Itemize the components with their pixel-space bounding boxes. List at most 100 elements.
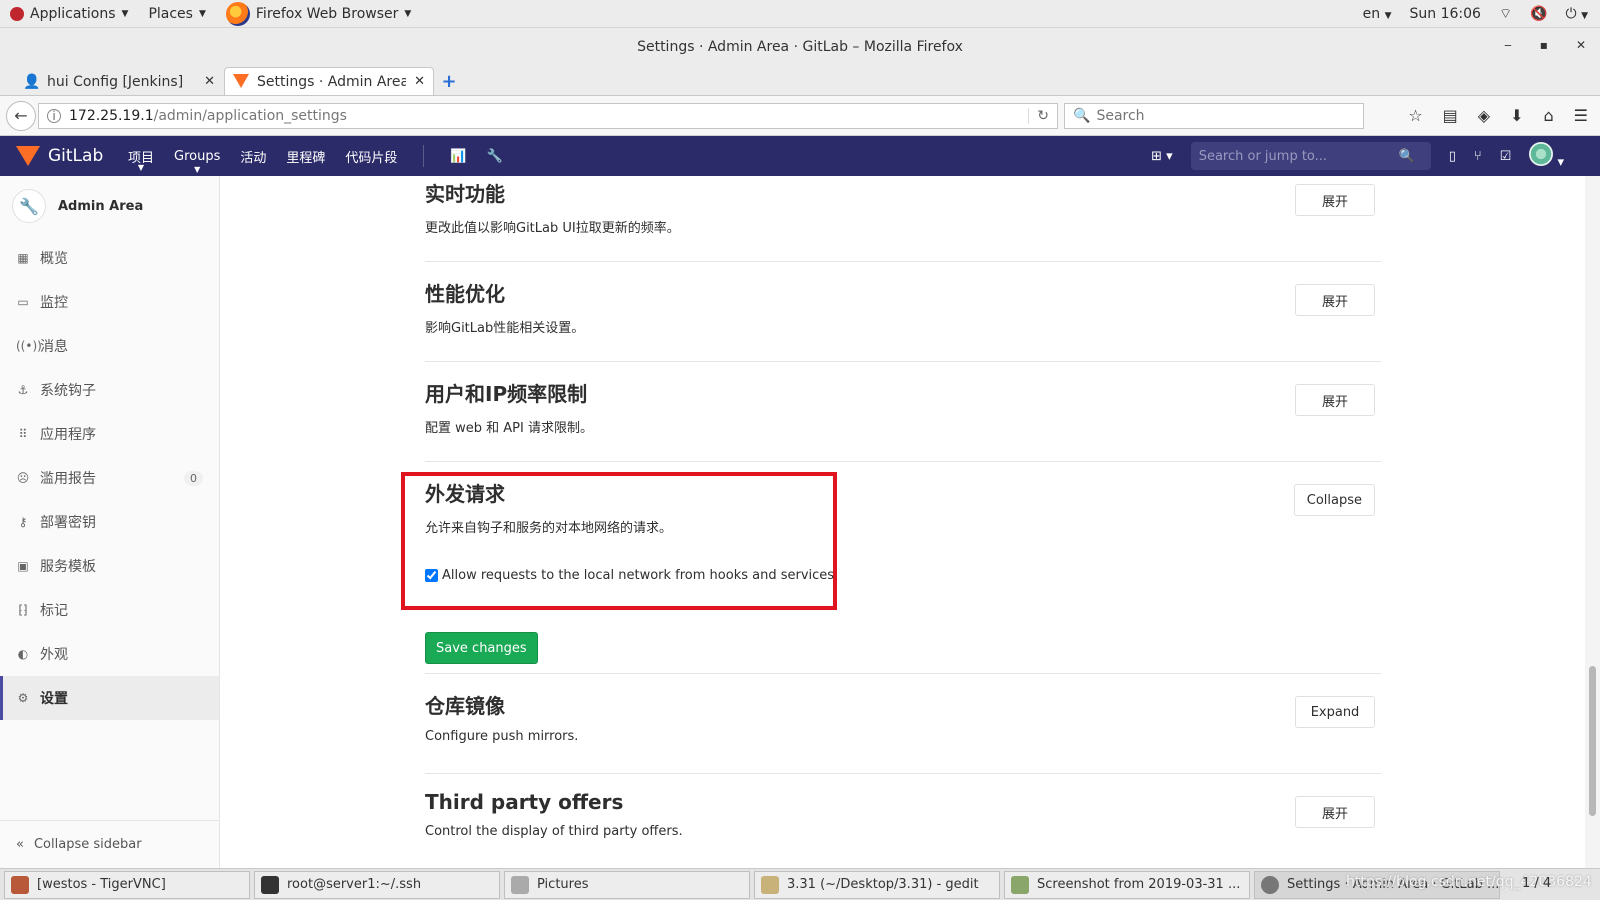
firefox-icon xyxy=(1261,875,1279,894)
image-viewer-icon xyxy=(1011,875,1029,894)
section-realtime: 实时功能 更改此值以影响GitLab UI拉取更新的频率。 展开 xyxy=(425,178,1381,262)
gitlab-search[interactable]: 🔍 xyxy=(1190,142,1431,170)
sidebar-item-service-templates[interactable]: ▣ 服务模板 xyxy=(0,544,219,588)
places-menu[interactable]: Places ▼ xyxy=(138,0,215,28)
gitlab-search-input[interactable] xyxy=(1198,148,1399,164)
sidebar-item-overview[interactable]: ▦ 概览 xyxy=(0,236,219,280)
home-icon[interactable]: ⌂ xyxy=(1544,106,1554,125)
task-gedit[interactable]: 3.31 (~/Desktop/3.31) - gedit xyxy=(754,870,1000,899)
caret-down-icon: ▼ xyxy=(198,8,206,19)
wifi-icon[interactable]: ⌔ xyxy=(1499,5,1512,23)
new-tab-button[interactable]: + xyxy=(434,67,464,95)
url-path: /admin/application_settings xyxy=(153,107,347,124)
close-tab-icon[interactable]: ✕ xyxy=(414,74,425,89)
pocket-icon[interactable]: ◈ xyxy=(1478,106,1490,125)
tab-jenkins[interactable]: 👤 hui Config [Jenkins] ✕ xyxy=(14,67,224,95)
task-pictures[interactable]: Pictures xyxy=(504,870,750,899)
collapse-button[interactable]: Collapse xyxy=(1293,484,1375,516)
user-menu[interactable]: ▾ xyxy=(1529,142,1564,170)
tab-gitlab-settings[interactable]: Settings · Admin Area... ✕ xyxy=(224,67,434,95)
firefox-icon xyxy=(225,1,250,26)
collapse-sidebar-button[interactable]: « Collapse sidebar xyxy=(0,820,220,868)
language-indicator[interactable]: en ▼ xyxy=(1363,6,1392,22)
save-changes-button[interactable]: Save changes xyxy=(425,632,538,664)
highlight-annotation xyxy=(401,472,837,610)
section-repository-mirror: 仓库镜像 Configure push mirrors. Expand xyxy=(425,690,1381,774)
close-window-icon[interactable]: ✕ xyxy=(1576,38,1586,52)
caret-down-icon: ▼ xyxy=(404,8,412,19)
nav-projects[interactable]: 项目 ▼ xyxy=(128,147,154,172)
section-description: 更改此值以影响GitLab UI拉取更新的频率。 xyxy=(425,221,680,236)
url-bar[interactable]: i 172.25.19.1/admin/application_settings… xyxy=(38,102,1058,129)
issues-icon[interactable]: ▯ xyxy=(1449,149,1456,164)
bookmark-star-icon[interactable]: ☆ xyxy=(1408,106,1422,125)
task-tigervnc[interactable]: [westos - TigerVNC] xyxy=(4,870,250,899)
nav-activity[interactable]: 活动 xyxy=(240,147,266,166)
browser-search-box[interactable]: 🔍 xyxy=(1064,102,1364,129)
sidebar-header[interactable]: 🔧 Admin Area xyxy=(0,176,219,236)
chart-icon[interactable]: 📊 xyxy=(450,149,466,164)
task-screenshot[interactable]: Screenshot from 2019-03-31 ... xyxy=(1004,870,1250,899)
expand-button[interactable]: 展开 xyxy=(1295,796,1375,828)
nav-milestones[interactable]: 里程碑 xyxy=(286,147,325,166)
section-description: Control the display of third party offer… xyxy=(425,824,683,839)
sidebar-item-system-hooks[interactable]: ⚓ 系统钩子 xyxy=(0,368,219,412)
maximize-icon[interactable]: ▪ xyxy=(1540,38,1548,52)
section-title: 仓库镜像 xyxy=(425,694,505,718)
expand-button[interactable]: 展开 xyxy=(1295,284,1375,316)
section-title: 用户和IP频率限制 xyxy=(425,382,588,406)
sidebar-item-settings[interactable]: ⚙ 设置 xyxy=(0,676,219,720)
sidebar-item-deploy-keys[interactable]: ⚷ 部署密钥 xyxy=(0,500,219,544)
task-terminal[interactable]: root@server1:~/.ssh xyxy=(254,870,500,899)
expand-button[interactable]: 展开 xyxy=(1295,184,1375,216)
sidebar-item-monitoring[interactable]: ▭ 监控 xyxy=(0,280,219,324)
broadcast-icon: ((•)) xyxy=(16,339,42,353)
workspace-indicator[interactable]: 1 / 4 xyxy=(1522,876,1551,891)
applications-menu[interactable]: Applications ▼ xyxy=(0,0,138,28)
sidebar-item-messages[interactable]: ((•)) 消息 xyxy=(0,324,219,368)
sidebar-item-abuse-reports[interactable]: ☹ 滥用报告 0 xyxy=(0,456,219,500)
nav-snippets[interactable]: 代码片段 xyxy=(345,147,397,166)
power-icon[interactable]: ⏻ ▼ xyxy=(1566,6,1588,22)
gitlab-favicon-icon xyxy=(233,73,249,90)
volume-icon[interactable]: 🔇 xyxy=(1530,6,1547,22)
settings-content: 实时功能 更改此值以影响GitLab UI拉取更新的频率。 展开 性能优化 影响… xyxy=(221,176,1585,868)
monitor-icon: ▭ xyxy=(17,295,29,309)
browser-search-input[interactable] xyxy=(1096,107,1355,124)
vnc-icon xyxy=(11,875,29,894)
nav-groups[interactable]: Groups ▼ xyxy=(174,149,220,174)
allow-local-requests-checkbox[interactable] xyxy=(425,569,438,582)
admin-wrench-icon[interactable]: 🔧 xyxy=(487,149,503,164)
new-item-plus-icon[interactable]: ⊞ ▾ xyxy=(1151,149,1173,164)
allow-local-requests-row[interactable]: Allow requests to the local network from… xyxy=(425,568,834,583)
watermark-text: https://blog.csdn.net/qq_42036824 xyxy=(1346,874,1592,890)
reading-list-icon[interactable]: ▤ xyxy=(1443,106,1458,125)
sidebar-item-labels[interactable]: ⁅⁆ 标记 xyxy=(0,588,219,632)
section-title: Third party offers xyxy=(425,790,624,814)
minimize-icon[interactable]: ‒ xyxy=(1504,38,1512,52)
reload-icon[interactable]: ↻ xyxy=(1028,107,1049,124)
double-chevron-left-icon: « xyxy=(16,837,24,852)
page-scrollbar[interactable] xyxy=(1585,176,1600,868)
scroll-thumb[interactable] xyxy=(1589,666,1596,816)
text-editor-icon xyxy=(761,875,779,894)
sidebar-item-applications[interactable]: ⠿ 应用程序 xyxy=(0,412,219,456)
gitlab-logo[interactable]: GitLab xyxy=(0,146,120,166)
todos-icon[interactable]: ☑ xyxy=(1500,149,1512,164)
section-title: 实时功能 xyxy=(425,182,505,206)
expand-button[interactable]: Expand xyxy=(1295,696,1375,728)
url-host: 172.25.19.1 xyxy=(69,107,154,124)
section-performance: 性能优化 影响GitLab性能相关设置。 展开 xyxy=(425,278,1381,362)
labels-icon: ⁅⁆ xyxy=(18,603,28,617)
menu-icon[interactable]: ☰ xyxy=(1574,106,1588,125)
info-icon[interactable]: i xyxy=(47,108,61,123)
sidebar-item-appearance[interactable]: ◐ 外观 xyxy=(0,632,219,676)
back-button[interactable]: ← xyxy=(6,100,36,131)
expand-button[interactable]: 展开 xyxy=(1295,384,1375,416)
merge-requests-icon[interactable]: ⑂ xyxy=(1474,149,1482,164)
clock[interactable]: Sun 16:06 xyxy=(1410,6,1481,22)
close-tab-icon[interactable]: ✕ xyxy=(204,74,215,89)
active-app-menu[interactable]: Firefox Web Browser ▼ xyxy=(216,0,421,28)
download-icon[interactable]: ⬇ xyxy=(1510,106,1523,125)
face-icon: ☹ xyxy=(16,471,30,485)
